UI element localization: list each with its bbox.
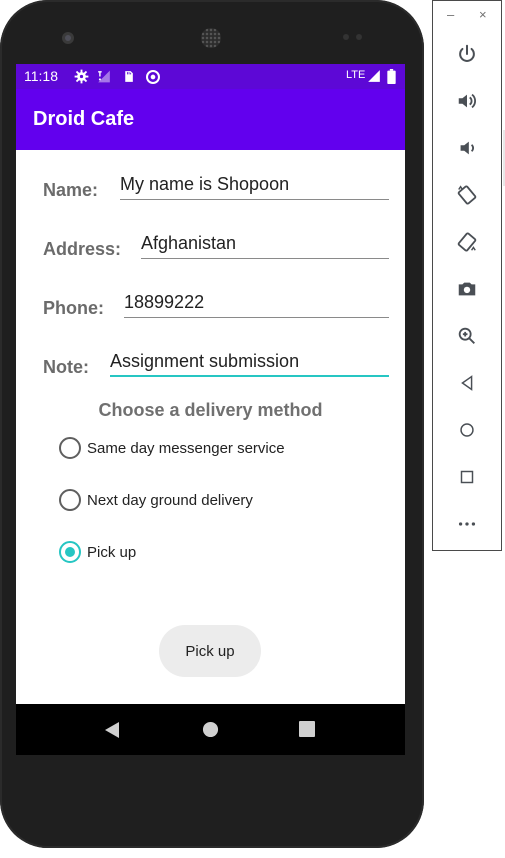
network-type: LTE: [346, 69, 366, 81]
radio-same-day[interactable]: Same day messenger service: [59, 436, 285, 460]
radio-button[interactable]: [59, 437, 81, 459]
front-camera: [62, 32, 74, 44]
rotate-right-button[interactable]: [433, 222, 501, 262]
note-field[interactable]: [110, 349, 389, 377]
radio-button[interactable]: [59, 489, 81, 511]
minimize-button[interactable]: –: [447, 7, 454, 23]
zoom-icon: [458, 327, 475, 344]
screenshot-button[interactable]: [433, 269, 501, 309]
back-icon: [461, 375, 473, 391]
radio-next-day[interactable]: Next day ground delivery: [59, 488, 253, 512]
earpiece-speaker: [201, 28, 221, 48]
address-label: Address:: [43, 239, 122, 259]
nav-home-icon[interactable]: [202, 721, 219, 738]
power-icon: [459, 44, 475, 62]
more-button[interactable]: [433, 504, 501, 544]
volume-down-icon: [460, 141, 474, 155]
home-icon: [460, 423, 474, 437]
app-bar: Droid Cafe: [16, 89, 405, 150]
light-sensor: [356, 34, 362, 40]
proximity-sensor: [343, 34, 349, 40]
phone-screen: 11:18 LTE Droid Cafe Name: My name is Sh…: [16, 64, 405, 755]
nav-back-icon[interactable]: [103, 721, 121, 739]
volume-up-icon: [458, 93, 476, 109]
volume-up-button[interactable]: [433, 81, 501, 121]
delivery-method-title: Choose a delivery method: [98, 400, 323, 420]
phone-label: Phone:: [43, 298, 104, 318]
status-bar: 11:18 LTE: [16, 64, 405, 89]
pick-up-button[interactable]: Pick up: [159, 625, 261, 677]
radio-label: Same day messenger service: [87, 439, 285, 457]
name-label: Name:: [43, 180, 99, 200]
camera-icon: [458, 282, 476, 296]
no-signal-icon: [98, 70, 110, 83]
rotate-right-icon: [457, 232, 477, 252]
sd-card-icon: [125, 71, 133, 82]
home-button[interactable]: [433, 410, 501, 450]
cell-signal-icon: [368, 70, 380, 82]
data-saver-icon: [146, 70, 160, 84]
radio-label: Pick up: [87, 543, 137, 561]
navigation-bar: [16, 704, 405, 755]
overview-button[interactable]: [433, 457, 501, 497]
power-button[interactable]: [433, 34, 501, 74]
overview-icon: [460, 470, 474, 484]
back-button[interactable]: [433, 363, 501, 403]
rotate-left-button[interactable]: [433, 175, 501, 215]
phone-field[interactable]: [124, 290, 389, 318]
radio-label: Next day ground delivery: [87, 491, 253, 509]
rotate-left-icon: [457, 185, 477, 205]
radio-button-checked[interactable]: [59, 541, 81, 563]
zoom-button[interactable]: [433, 316, 501, 356]
app-title: Droid Cafe: [33, 108, 135, 130]
address-field[interactable]: [141, 231, 389, 259]
battery-icon: [387, 69, 396, 84]
volume-down-button[interactable]: [433, 128, 501, 168]
close-button[interactable]: ×: [479, 7, 487, 23]
note-label: Note:: [43, 357, 89, 377]
settings-icon: [74, 69, 89, 84]
more-icon: [458, 522, 476, 526]
radio-pick-up[interactable]: Pick up: [59, 540, 136, 564]
status-time: 11:18: [24, 68, 58, 84]
emulator-toolbar: – ×: [432, 0, 502, 551]
name-field[interactable]: [120, 172, 389, 200]
phone-frame: 11:18 LTE Droid Cafe Name: My name is Sh…: [0, 0, 424, 848]
nav-overview-icon[interactable]: [299, 721, 315, 737]
